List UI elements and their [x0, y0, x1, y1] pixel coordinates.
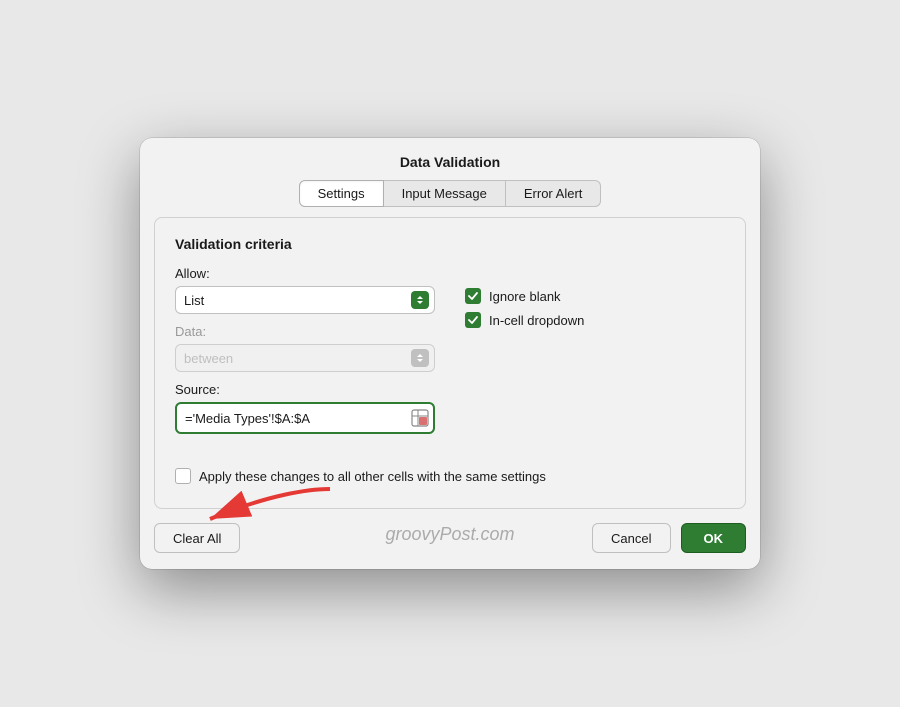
data-select[interactable]: between [175, 344, 435, 372]
section-title: Validation criteria [175, 236, 725, 252]
source-picker-button[interactable] [409, 407, 431, 429]
allow-right: Ignore blank In-cell dropdown [465, 266, 725, 328]
in-cell-dropdown-row: In-cell dropdown [465, 312, 725, 328]
tab-settings[interactable]: Settings [299, 180, 384, 207]
footer-right: Cancel OK [592, 523, 746, 553]
dialog-body: Validation criteria Allow: List [154, 217, 746, 509]
cancel-button[interactable]: Cancel [592, 523, 670, 553]
tab-error-alert[interactable]: Error Alert [506, 180, 602, 207]
ignore-blank-checkbox[interactable] [465, 288, 481, 304]
tabs-bar: Settings Input Message Error Alert [140, 180, 760, 217]
data-select-wrapper: between [175, 344, 435, 372]
source-input-wrapper [175, 402, 435, 434]
apply-changes-checkbox[interactable] [175, 468, 191, 484]
in-cell-dropdown-label: In-cell dropdown [489, 313, 584, 328]
source-label: Source: [175, 382, 435, 397]
apply-changes-label: Apply these changes to all other cells w… [199, 469, 546, 484]
dialog-title: Data Validation [140, 138, 760, 180]
ok-button[interactable]: OK [681, 523, 747, 553]
dialog-footer: Clear All Cancel OK [140, 523, 760, 569]
source-row: Source: [175, 382, 435, 434]
tab-input-message[interactable]: Input Message [384, 180, 506, 207]
ignore-blank-label: Ignore blank [489, 289, 561, 304]
footer-left: Clear All [154, 523, 240, 553]
data-validation-dialog: Data Validation Settings Input Message E… [140, 138, 760, 569]
data-label: Data: [175, 324, 435, 339]
allow-label: Allow: [175, 266, 435, 281]
allow-select-wrapper: List [175, 286, 435, 314]
source-input[interactable] [175, 402, 435, 434]
allow-select[interactable]: List [175, 286, 435, 314]
cell-ref-icon [411, 409, 429, 427]
allow-left: Allow: List Data: [175, 266, 435, 450]
apply-changes-row: Apply these changes to all other cells w… [175, 460, 725, 488]
in-cell-dropdown-checkbox[interactable] [465, 312, 481, 328]
clear-all-button[interactable]: Clear All [154, 523, 240, 553]
ignore-blank-row: Ignore blank [465, 288, 725, 304]
allow-row: Allow: List Data: [175, 266, 725, 450]
